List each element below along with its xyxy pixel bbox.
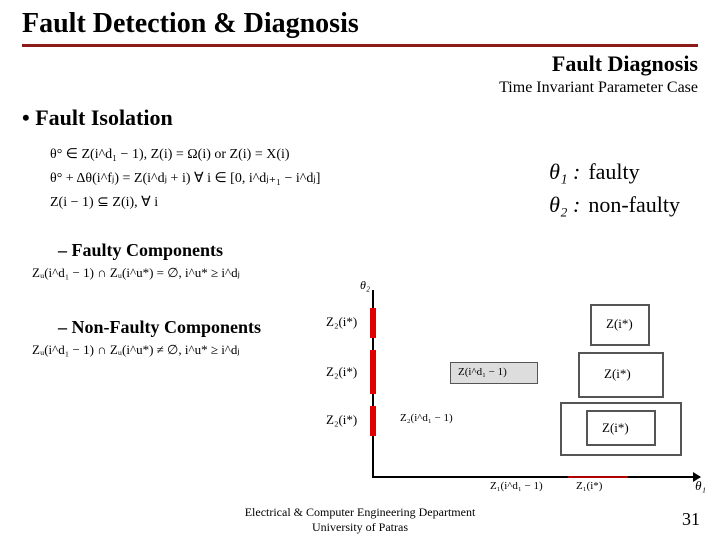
lbl-z-mid: Z(i*): [604, 366, 631, 382]
theta2-label: θ₂ :: [549, 188, 580, 221]
theta-annotation: θ₁ : faulty θ₂ : non-faulty: [549, 155, 680, 221]
lbl-z2-mid: Z₂(i*): [326, 364, 357, 380]
tick-red-top: [370, 308, 376, 338]
lbl-z-top: Z(i*): [606, 316, 633, 332]
footer-line-1: Electrical & Computer Engineering Depart…: [0, 505, 720, 519]
page-number: 31: [682, 509, 700, 530]
set-diagram: θ₂ θ₁ Z₂(i*) Z₂(i*) Z₂(i*) Z(i*) Z(i*) Z…: [300, 290, 700, 500]
title-rule: [22, 44, 698, 47]
theta1-status: faulty: [588, 155, 639, 188]
footer: Electrical & Computer Engineering Depart…: [0, 505, 720, 534]
lbl-z-bot: Z(i*): [602, 420, 629, 436]
bullet-faulty-components: Faulty Components: [58, 240, 698, 261]
footer-line-2: University of Patras: [0, 520, 720, 534]
subcase: Time Invariant Parameter Case: [22, 79, 698, 97]
lbl-z1i: Z₁(i*): [576, 480, 602, 492]
lbl-zd1-1: Z(i^d₁ − 1): [458, 366, 507, 378]
tick-red-bot: [370, 406, 376, 436]
subtitle: Fault Diagnosis: [22, 51, 698, 77]
axis-x: [372, 476, 700, 478]
tick-red-mid: [370, 350, 376, 394]
lbl-z2-bot: Z₂(i*): [326, 412, 357, 428]
page-title: Fault Detection & Diagnosis: [22, 8, 698, 40]
lbl-z1d1: Z₁(i^d₁ − 1): [490, 480, 543, 492]
axis-theta2-label: θ₂: [360, 278, 370, 293]
tick-red-x: [568, 476, 628, 478]
axis-theta1-label: θ₁: [695, 478, 706, 494]
lbl-z2d1: Z₂(i^d₁ − 1): [400, 412, 453, 424]
theta2-status: non-faulty: [588, 188, 680, 221]
lbl-z2-top: Z₂(i*): [326, 314, 357, 330]
theta1-label: θ₁ :: [549, 155, 580, 188]
bullet-fault-isolation: Fault Isolation: [22, 105, 698, 131]
